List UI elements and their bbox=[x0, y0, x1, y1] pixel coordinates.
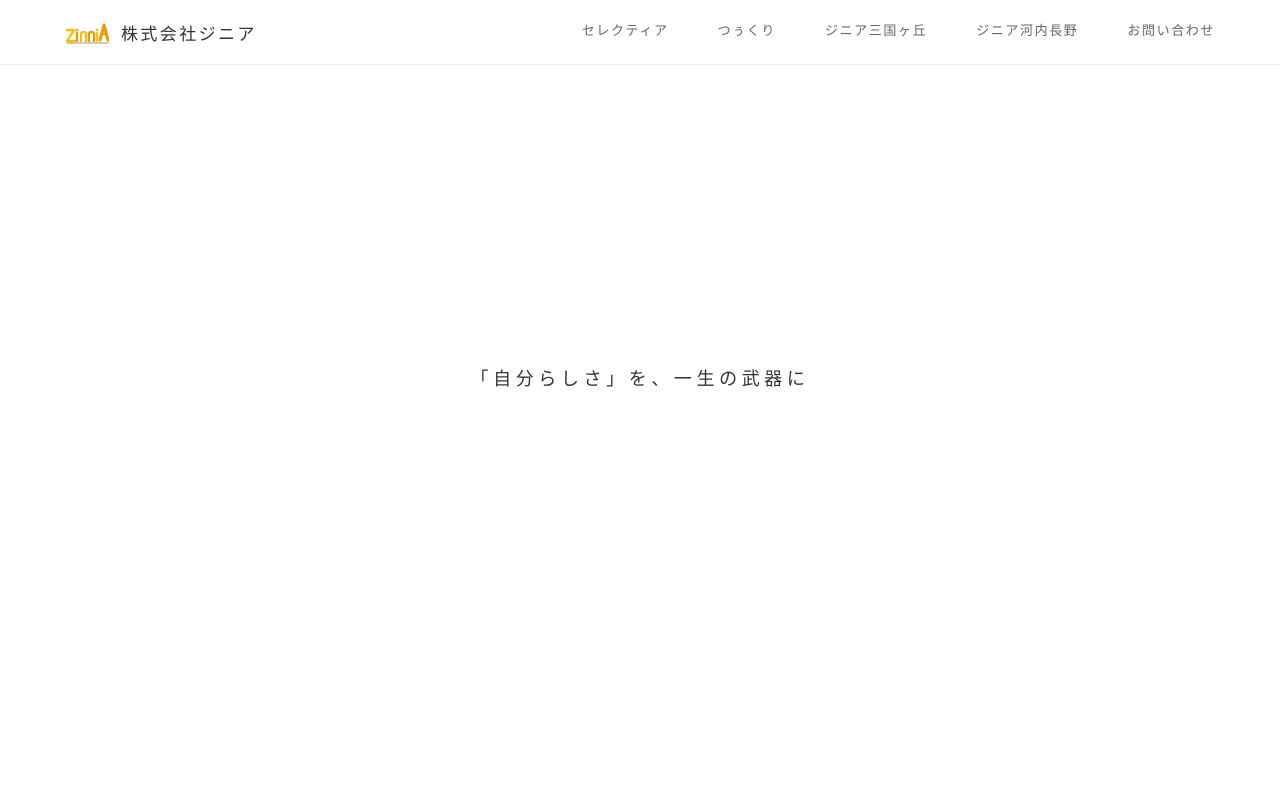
nav-item-contact[interactable]: お問い合わせ bbox=[1127, 22, 1215, 42]
nav-item-tsuukuri[interactable]: つぅくり bbox=[718, 22, 776, 42]
nav-item-zinnia-kawachinagano[interactable]: ジニア河内長野 bbox=[976, 22, 1078, 42]
site-header: 株式会社ジニア セレクティア つぅくり ジニア三国ヶ丘 ジニア河内長野 お問い合… bbox=[0, 0, 1280, 65]
nav-item-zinnia-mikunigaoka[interactable]: ジニア三国ヶ丘 bbox=[825, 22, 927, 42]
nav-item-selectia[interactable]: セレクティア bbox=[582, 22, 669, 42]
main-nav: セレクティア つぅくり ジニア三国ヶ丘 ジニア河内長野 お問い合わせ bbox=[582, 22, 1215, 42]
hero-tagline: 「自分らしさ」を、一生の武器に bbox=[470, 369, 810, 390]
home-link[interactable]: 株式会社ジニア bbox=[66, 18, 257, 46]
zinnia-logo bbox=[66, 23, 109, 44]
company-name: 株式会社ジニア bbox=[121, 24, 257, 45]
hero-section: 「自分らしさ」を、一生の武器に bbox=[0, 65, 1280, 800]
